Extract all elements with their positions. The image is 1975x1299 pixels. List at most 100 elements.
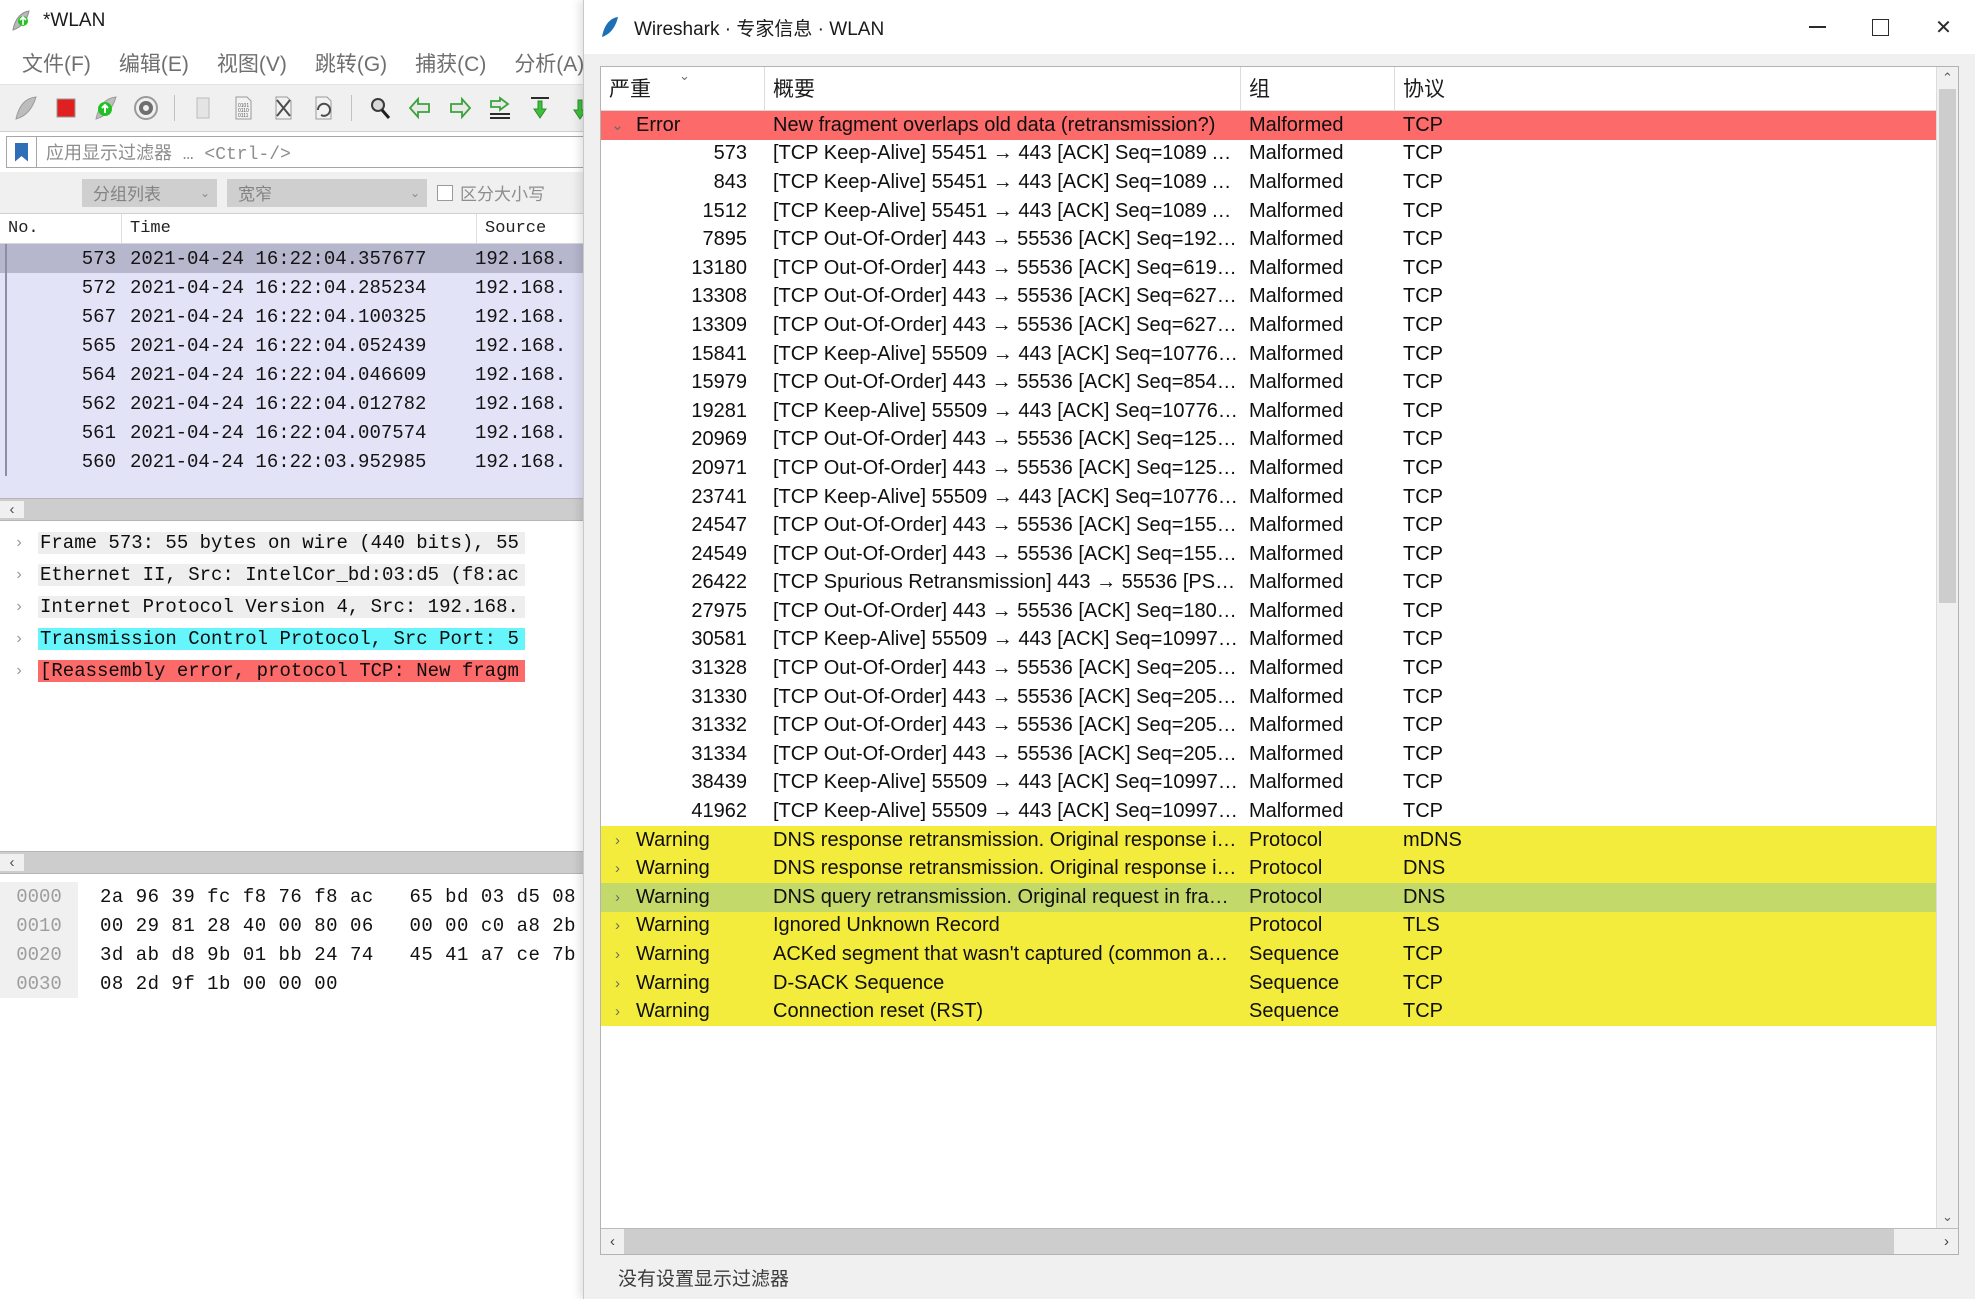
column-header-protocol[interactable]: 协议 [1395,67,1529,110]
row-packet-number: 31328 [634,657,765,680]
row-expander-icon[interactable]: › [601,946,634,963]
expert-row[interactable]: 26422[TCP Spurious Retransmission] 443 →… [601,569,1936,598]
stop-capture-icon[interactable] [48,90,84,126]
scroll-left-icon-2[interactable]: ‹ [0,854,24,871]
expert-row[interactable]: 843[TCP Keep-Alive] 55451 → 443 [ACK] Se… [601,168,1936,197]
row-expander-icon[interactable]: ⌄ [601,116,634,134]
expert-row[interactable]: 7895[TCP Out-Of-Order] 443 → 55536 [ACK]… [601,225,1936,254]
expert-row[interactable]: ›WarningIgnored Unknown RecordProtocolTL… [601,912,1936,941]
expert-row[interactable]: ›WarningDNS query retransmission. Origin… [601,883,1936,912]
row-expander-icon[interactable]: › [601,917,634,934]
expert-table-rows[interactable]: ⌄ErrorNew fragment overlaps old data (re… [601,111,1936,1228]
expert-row[interactable]: ⌄ErrorNew fragment overlaps old data (re… [601,111,1936,140]
reload-file-icon[interactable] [305,90,341,126]
row-group: Malformed [1241,457,1395,480]
expert-row[interactable]: 38439[TCP Keep-Alive] 55509 → 443 [ACK] … [601,769,1936,798]
save-file-icon[interactable]: 010101100111 [225,90,261,126]
row-summary: [TCP Out-Of-Order] 443 → 55536 [ACK] Seq… [765,228,1241,251]
expand-chevron-icon[interactable]: › [0,662,38,680]
search-scope-dropdown[interactable]: 分组列表 ⌄ [82,179,217,207]
expand-chevron-icon[interactable]: › [0,630,38,648]
expert-row[interactable]: ›WarningDNS response retransmission. Ori… [601,826,1936,855]
expand-chevron-icon[interactable]: › [0,566,38,584]
row-protocol: TCP [1395,714,1529,737]
expert-row[interactable]: 30581[TCP Keep-Alive] 55509 → 443 [ACK] … [601,626,1936,655]
expert-row[interactable]: ›WarningD-SACK SequenceSequenceTCP [601,969,1936,998]
expert-row[interactable]: ›WarningConnection reset (RST)SequenceTC… [601,997,1936,1026]
case-sensitive-checkbox[interactable] [437,185,453,201]
menu-capture[interactable]: 捕获(C) [401,46,500,80]
column-header-summary[interactable]: 概要 [765,67,1241,110]
hscroll-right-icon[interactable]: › [1935,1229,1958,1254]
expert-row[interactable]: 27975[TCP Out-Of-Order] 443 → 55536 [ACK… [601,597,1936,626]
expert-row[interactable]: 23741[TCP Keep-Alive] 55509 → 443 [ACK] … [601,483,1936,512]
go-to-packet-icon[interactable] [482,90,518,126]
row-expander-icon[interactable]: › [601,860,634,877]
menu-goto[interactable]: 跳转(G) [301,46,401,80]
row-expander-icon[interactable]: › [601,832,634,849]
find-packet-search-icon[interactable] [362,90,398,126]
row-group: Malformed [1241,343,1395,366]
expert-row[interactable]: 13309[TCP Out-Of-Order] 443 → 55536 [ACK… [601,311,1936,340]
row-expander-icon[interactable]: › [601,889,634,906]
expert-table-vscrollbar[interactable]: ⌃ ⌄ [1936,67,1958,1228]
menu-edit[interactable]: 编辑(E) [105,46,203,80]
search-kind-dropdown[interactable]: 宽窄 ⌄ [227,179,427,207]
expert-table-hscrollbar[interactable]: ‹ › [601,1228,1958,1254]
go-forward-arrow-icon[interactable] [442,90,478,126]
close-file-icon[interactable] [265,90,301,126]
go-back-arrow-icon[interactable] [402,90,438,126]
case-sensitive-checkbox-wrap[interactable]: 区分大小写 [437,180,545,205]
expert-row[interactable]: 31328[TCP Out-Of-Order] 443 → 55536 [ACK… [601,654,1936,683]
hscroll-left-icon[interactable]: ‹ [601,1229,624,1254]
expert-row[interactable]: ›WarningACKed segment that wasn't captur… [601,940,1936,969]
scroll-up-icon[interactable]: ⌃ [1937,67,1958,89]
expert-row[interactable]: 573[TCP Keep-Alive] 55451 → 443 [ACK] Se… [601,140,1936,169]
column-header-time[interactable]: Time [122,214,477,243]
expand-chevron-icon[interactable]: › [0,534,38,552]
restart-capture-icon[interactable] [88,90,124,126]
expert-row[interactable]: 41962[TCP Keep-Alive] 55509 → 443 [ACK] … [601,797,1936,826]
filter-bookmark-icon[interactable] [6,136,36,168]
row-expander-icon[interactable]: › [601,1003,634,1020]
capture-options-gear-icon[interactable] [128,90,164,126]
expert-row[interactable]: 31334[TCP Out-Of-Order] 443 → 55536 [ACK… [601,740,1936,769]
open-file-icon[interactable] [185,90,221,126]
close-button[interactable]: ✕ [1912,0,1975,54]
row-summary: [TCP Out-Of-Order] 443 → 55536 [ACK] Seq… [765,714,1241,737]
expert-row[interactable]: 13180[TCP Out-Of-Order] 443 → 55536 [ACK… [601,254,1936,283]
expert-row[interactable]: ›WarningDNS response retransmission. Ori… [601,854,1936,883]
menu-file[interactable]: 文件(F) [8,46,105,80]
column-header-severity[interactable]: ⌄ 严重 [601,67,765,110]
column-header-no[interactable]: No. [0,214,122,243]
dialog-titlebar[interactable]: Wireshark · 专家信息 · WLAN ✕ [584,0,1975,54]
expert-row[interactable]: 15979[TCP Out-Of-Order] 443 → 55536 [ACK… [601,368,1936,397]
start-capture-icon[interactable] [8,90,44,126]
hscroll-rest[interactable] [1894,1229,1935,1254]
expert-row[interactable]: 1512[TCP Keep-Alive] 55451 → 443 [ACK] S… [601,197,1936,226]
hex-bytes: 2a 96 39 fc f8 76 f8 ac 65 bd 03 d5 08 [78,886,576,908]
scroll-left-icon[interactable]: ‹ [0,501,24,518]
expert-row[interactable]: 31330[TCP Out-Of-Order] 443 → 55536 [ACK… [601,683,1936,712]
maximize-button[interactable] [1849,0,1912,54]
expert-row[interactable]: 24549[TCP Out-Of-Order] 443 → 55536 [ACK… [601,540,1936,569]
vscroll-track[interactable] [1937,89,1958,1206]
expert-row[interactable]: 15841[TCP Keep-Alive] 55509 → 443 [ACK] … [601,340,1936,369]
scroll-down-icon[interactable]: ⌄ [1937,1206,1958,1228]
go-to-first-packet-icon[interactable] [522,90,558,126]
menu-view[interactable]: 视图(V) [203,46,301,80]
hscroll-thumb[interactable] [624,1229,1894,1254]
row-group: Malformed [1241,228,1395,251]
expert-row[interactable]: 19281[TCP Keep-Alive] 55509 → 443 [ACK] … [601,397,1936,426]
expert-row[interactable]: 24547[TCP Out-Of-Order] 443 → 55536 [ACK… [601,511,1936,540]
expert-row[interactable]: 31332[TCP Out-Of-Order] 443 → 55536 [ACK… [601,711,1936,740]
expert-row[interactable]: 13308[TCP Out-Of-Order] 443 → 55536 [ACK… [601,283,1936,312]
vscroll-thumb[interactable] [1939,89,1956,603]
minimize-button[interactable] [1786,0,1849,54]
row-expander-icon[interactable]: › [601,975,634,992]
column-header-group[interactable]: 组 [1241,67,1395,110]
expert-row[interactable]: 20971[TCP Out-Of-Order] 443 → 55536 [ACK… [601,454,1936,483]
expert-table-header: ⌄ 严重 概要 组 协议 [601,67,1936,111]
expand-chevron-icon[interactable]: › [0,598,38,616]
expert-row[interactable]: 20969[TCP Out-Of-Order] 443 → 55536 [ACK… [601,426,1936,455]
